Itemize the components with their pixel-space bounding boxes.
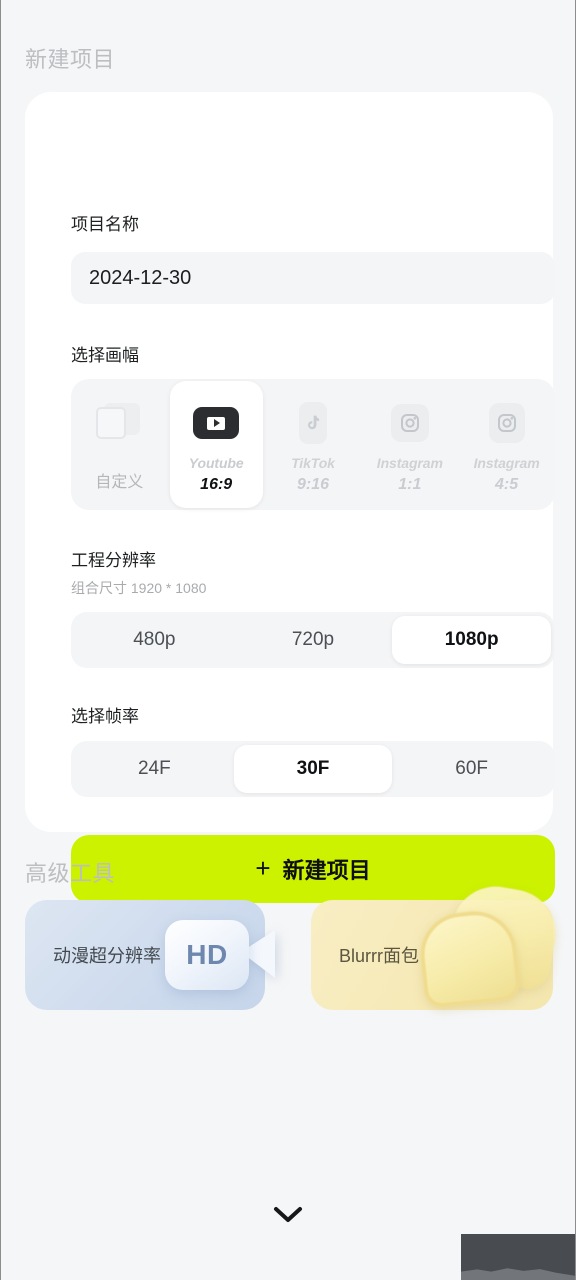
aspect-platform-label: TikTok xyxy=(291,455,335,471)
tool-card-anime-upscale[interactable]: 动漫超分辨率 HD xyxy=(25,900,275,1010)
aspect-ratio-value: 4:5 xyxy=(495,476,519,493)
aspect-ratio-value: 1:1 xyxy=(398,476,422,493)
tiktok-icon xyxy=(298,399,327,447)
advanced-tools-title: 高级工具 xyxy=(25,861,116,886)
framerate-label: 选择帧率 xyxy=(71,707,139,726)
project-name-label: 项目名称 xyxy=(71,215,139,234)
resolution-sublabel: 组合尺寸 1920 * 1080 xyxy=(71,580,207,596)
plus-icon: + xyxy=(255,853,271,883)
custom-frame-icon xyxy=(96,399,142,447)
aspect-platform-label: Instagram xyxy=(376,455,443,471)
resolution-option-720p[interactable]: 720p xyxy=(234,616,393,664)
aspect-option-instagram-4-5[interactable]: Instagram 4:5 xyxy=(460,381,553,508)
aspect-option-instagram-1-1[interactable]: Instagram 1:1 xyxy=(363,381,456,508)
chevron-down-icon[interactable] xyxy=(271,1204,305,1226)
aspect-option-tiktok[interactable]: TikTok 9:16 xyxy=(267,381,360,508)
instagram-icon xyxy=(488,399,525,447)
resolution-label: 工程分辨率 xyxy=(71,551,156,570)
aspect-ratio-label: 选择画幅 xyxy=(71,346,139,365)
tool-label: Blurrr面包 xyxy=(339,946,419,966)
resolution-group: 480p 720p 1080p xyxy=(71,612,555,668)
aspect-platform-label: Youtube xyxy=(188,455,244,471)
framerate-option-60f[interactable]: 60F xyxy=(392,745,551,793)
aspect-option-custom[interactable]: 自定义 xyxy=(73,381,166,508)
create-project-label: 新建项目 xyxy=(282,858,371,883)
new-project-card: 项目名称 选择画幅 自定义 Youtube 16:9 xyxy=(25,92,555,903)
tool-card-blurrr-bread[interactable]: Blurrr面包 xyxy=(311,879,563,1010)
project-name-input[interactable] xyxy=(71,252,555,304)
app-screen: 新建项目 项目名称 选择画幅 自定义 Yout xyxy=(0,0,576,1280)
bread-icon xyxy=(405,879,565,1022)
page-title: 新建项目 xyxy=(25,47,116,72)
aspect-ratio-value: 16:9 xyxy=(200,476,233,493)
hd-camera-icon: HD xyxy=(165,916,289,994)
aspect-ratio-group: 自定义 Youtube 16:9 TikTok 9:16 Instagram 1… xyxy=(71,379,555,510)
corner-overlay xyxy=(461,1234,575,1280)
youtube-icon xyxy=(193,399,240,447)
aspect-ratio-value: 9:16 xyxy=(296,476,329,493)
aspect-platform-label: Instagram xyxy=(473,455,540,471)
aspect-option-youtube[interactable]: Youtube 16:9 xyxy=(169,381,263,508)
hd-badge-label: HD xyxy=(186,939,228,970)
resolution-option-480p[interactable]: 480p xyxy=(75,616,234,664)
resolution-option-1080p[interactable]: 1080p xyxy=(392,616,552,664)
framerate-option-30f[interactable]: 30F xyxy=(233,745,393,793)
aspect-ratio-value: 自定义 xyxy=(95,474,144,491)
tool-label: 动漫超分辨率 xyxy=(53,946,161,966)
instagram-icon xyxy=(390,399,429,447)
framerate-option-24f[interactable]: 24F xyxy=(75,745,234,793)
framerate-group: 24F 30F 60F xyxy=(71,741,555,797)
